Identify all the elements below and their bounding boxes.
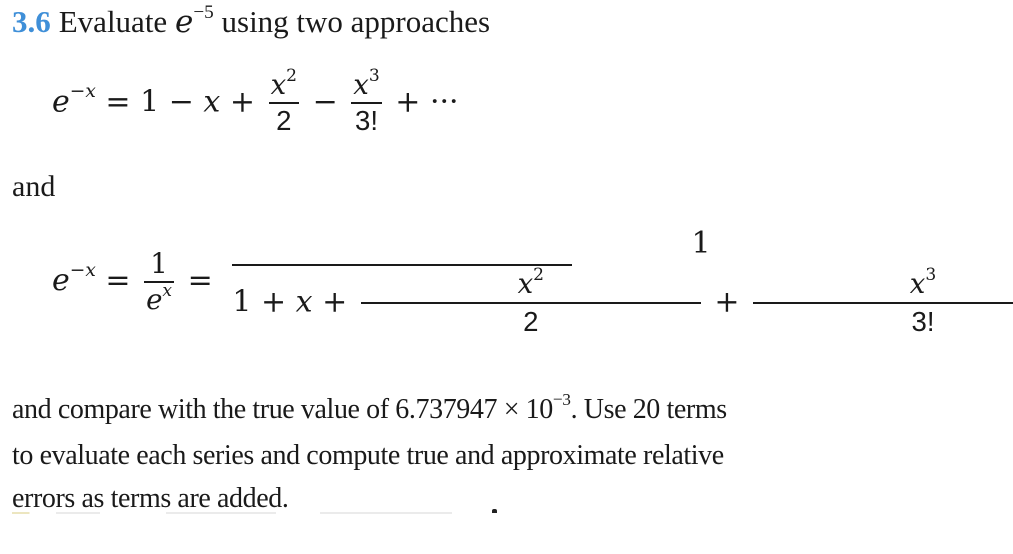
eq1-f1-num: x	[270, 68, 287, 101]
equation-series-direct: e−x = 1 − x + x2 2 − x3 3! + ···	[52, 67, 459, 137]
paragraph-line-2: to evaluate each series and compute true…	[12, 440, 724, 471]
eq2-f1-den: 2	[523, 306, 539, 338]
instructions-paragraph: and compare with the true value of 6.737…	[12, 388, 1002, 520]
eq2-f2-exp: 3	[925, 265, 937, 286]
eq2-mid-den-exp: x	[162, 281, 173, 302]
eq1-f1-exp: 2	[286, 66, 298, 87]
eq2-den-op-1: +	[260, 284, 287, 320]
eq1-op-4: +	[395, 84, 421, 120]
eq2-den-op-3: +	[714, 284, 740, 320]
title-text: Evaluate	[58, 4, 168, 39]
eq1-term-1: 1	[140, 84, 160, 120]
eq2-den-fraction-x2: x2 2	[360, 266, 701, 338]
fraction-bar	[268, 102, 300, 105]
eq1-fraction-x2: x2 2	[268, 67, 300, 137]
eq1-f2-exp: 3	[368, 66, 380, 87]
eq1-op-1: −	[168, 84, 194, 120]
eq1-lhs-base: e	[52, 84, 70, 120]
eq2-equals-1: =	[105, 262, 131, 298]
eq2-big-fraction: 1 1 + x + x2 2 + x3 3! + ···	[232, 226, 1013, 338]
eq2-f2-den: 3!	[911, 306, 935, 338]
fraction-bar	[360, 302, 701, 305]
eq2-f1-exp: 2	[533, 265, 545, 286]
title-exp-base: e	[174, 4, 194, 40]
cutoff-glyph-artifact	[492, 509, 497, 513]
connector-text: and	[12, 170, 56, 203]
cutoff-text-artifact	[12, 512, 452, 514]
eq2-equals-2: =	[187, 262, 213, 298]
eq2-mid-den-base: e	[146, 282, 163, 316]
line1-text-a: and compare with the true value of 6.737…	[12, 394, 553, 425]
eq2-f1-num: x	[517, 267, 534, 300]
eq1-op-2: +	[229, 84, 256, 120]
eq1-lhs-exp: −x	[69, 81, 96, 103]
eq2-den-term-x: x	[295, 284, 313, 320]
eq1-ellipsis: ···	[429, 84, 459, 120]
eq1-f1-den: 2	[276, 105, 292, 137]
eq1-f2-num: x	[353, 68, 369, 101]
fraction-bar	[753, 302, 1013, 305]
eq2-den-fraction-x3: x3 3!	[753, 266, 1013, 338]
eq2-lhs-exp: −x	[69, 259, 96, 281]
title-rest: using two approaches	[221, 4, 491, 39]
eq2-f2-num: x	[909, 267, 926, 300]
eq2-big-num: 1	[691, 226, 711, 261]
eq2-mid-num: 1	[150, 246, 168, 280]
eq1-fraction-x3: x3 3!	[351, 67, 382, 137]
equation-series-reciprocal: e−x = 1 ex = 1 1 + x + x2 2 + x3 3! + ··	[52, 226, 1013, 338]
problem-number: 3.6	[12, 4, 51, 39]
problem-heading: 3.6 Evaluate e−5 using two approaches	[12, 2, 490, 47]
eq1-term-x: x	[203, 84, 221, 120]
eq1-op-3: −	[312, 84, 338, 120]
eq2-fraction-reciprocal: 1 ex	[144, 246, 175, 316]
paragraph-line-1: and compare with the true value of 6.737…	[12, 388, 1002, 434]
fraction-bar	[351, 102, 382, 105]
eq1-f2-den: 3!	[354, 105, 378, 137]
title-exponent: −5	[193, 1, 214, 23]
eq2-den-term-1: 1	[232, 284, 252, 320]
fraction-bar	[232, 264, 573, 266]
eq2-big-den: 1 + x + x2 2 + x3 3! + ···	[232, 266, 1013, 338]
line1-exponent: −3	[552, 389, 571, 409]
eq2-den-op-2: +	[322, 284, 348, 320]
eq2-lhs-base: e	[52, 262, 70, 298]
line1-text-b: . Use 20 terms	[570, 394, 728, 425]
eq1-equals: =	[105, 84, 131, 120]
